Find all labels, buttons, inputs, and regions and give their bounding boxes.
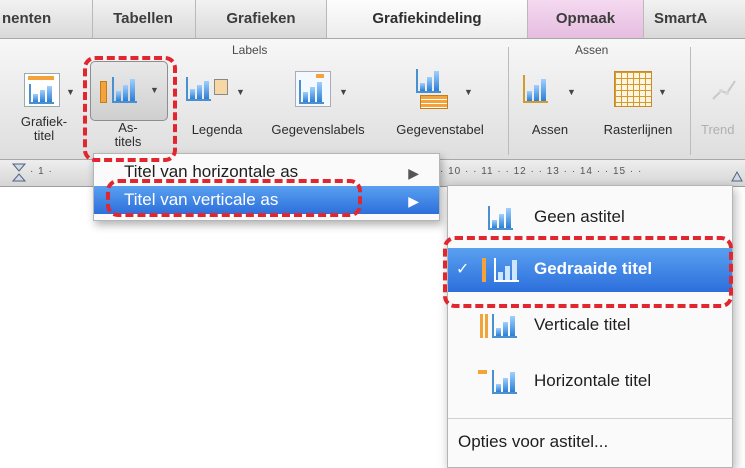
trendline-button[interactable]: Trend <box>697 69 745 155</box>
menu-item-label: Titel van horizontale as <box>124 162 299 181</box>
group-separator <box>690 47 691 155</box>
legend-button[interactable]: ▼ Legenda <box>172 69 262 155</box>
data-labels-label: Gegevenslabels <box>271 122 365 137</box>
submenu-arrow-icon: ▶ <box>408 165 419 181</box>
chart-title-label: Grafiek- titel <box>20 114 68 143</box>
indent-marker-icon[interactable] <box>11 163 27 182</box>
right-indent-marker-icon[interactable] <box>731 164 743 182</box>
menu-item-label: Verticale titel <box>534 315 631 334</box>
chart-title-button[interactable]: ▼ Grafiek- titel <box>14 69 75 155</box>
data-labels-button[interactable]: ▼ Gegevenslabels <box>259 69 377 155</box>
vertical-title-icon <box>480 310 520 340</box>
dropdown-arrow-icon: ▼ <box>150 85 159 95</box>
tab-tabellen[interactable]: Tabellen <box>91 0 196 38</box>
menu-item-vertical-axis-title[interactable]: Titel van verticale as ▶ <box>94 186 439 214</box>
legend-icon <box>186 75 230 101</box>
group-title-assen: Assen <box>575 43 609 57</box>
axis-titles-menu: Titel van horizontale as ▶ Titel van ver… <box>93 153 440 221</box>
no-title-icon <box>484 204 516 232</box>
rotated-title-icon <box>482 256 522 286</box>
ruler-marks: · 1 · <box>30 166 53 177</box>
group-separator <box>508 47 509 155</box>
menu-item-no-axis-title[interactable]: Geen astitel <box>448 198 732 238</box>
menu-item-horizontal-title[interactable]: Horizontale titel <box>448 362 732 402</box>
ribbon: Labels Assen ▼ Grafiek- titel ▼ As- tite… <box>0 39 745 160</box>
tab-smartart[interactable]: SmartA <box>644 0 745 38</box>
tab-opmaak[interactable]: Opmaak <box>528 0 644 38</box>
data-table-button[interactable]: ▼ Gegevenstabel <box>378 69 502 155</box>
menu-item-horizontal-axis-title[interactable]: Titel van horizontale as ▶ <box>94 158 439 186</box>
axis-titles-icon <box>100 75 144 105</box>
menu-item-label: Opties voor astitel... <box>458 432 609 451</box>
gridlines-label: Rasterlijnen <box>603 122 673 137</box>
menu-item-rotated-title[interactable]: ✓ Gedraaide titel <box>448 248 732 292</box>
horizontal-title-icon <box>478 366 520 396</box>
dropdown-arrow-icon: ▼ <box>66 87 75 97</box>
gridlines-icon <box>614 71 652 107</box>
checkmark-icon: ✓ <box>456 261 470 278</box>
tab-elementen[interactable]: nenten <box>0 0 93 38</box>
submenu-arrow-icon: ▶ <box>408 193 419 209</box>
menu-item-label: Titel van verticale as <box>124 190 279 209</box>
ribbon-tab-bar: nenten Tabellen Grafieken Grafiekindelin… <box>0 0 745 39</box>
menu-item-axis-title-options[interactable]: Opties voor astitel... <box>448 426 732 460</box>
group-title-labels: Labels <box>232 43 268 57</box>
dropdown-arrow-icon: ▼ <box>658 87 667 97</box>
ruler-marks: · 10 · · 11 · · 12 · · 13 · · 14 · · 15 … <box>440 166 643 177</box>
menu-separator <box>448 418 732 419</box>
data-labels-icon <box>295 71 331 107</box>
trendline-label: Trend <box>701 122 735 137</box>
axes-label: Assen <box>531 122 569 137</box>
menu-item-vertical-title[interactable]: Verticale titel <box>448 306 732 346</box>
vertical-axis-title-submenu: Geen astitel ✓ Gedraaide titel Verticale… <box>447 185 733 468</box>
dropdown-arrow-icon: ▼ <box>567 87 576 97</box>
menu-item-label: Horizontale titel <box>534 371 652 390</box>
menu-item-label: Gedraaide titel <box>534 259 653 278</box>
axes-icon <box>523 73 557 103</box>
axis-titles-label: As- titels <box>114 120 142 149</box>
trendline-icon <box>711 77 737 103</box>
axis-titles-button[interactable]: ▼ As- titels <box>90 61 166 157</box>
data-table-icon <box>414 69 450 109</box>
tab-grafieken[interactable]: Grafieken <box>196 0 327 38</box>
dropdown-arrow-icon: ▼ <box>339 87 348 97</box>
gridlines-button[interactable]: ▼ Rasterlijnen <box>588 69 688 155</box>
tab-grafiekindeling[interactable]: Grafiekindeling <box>327 0 528 38</box>
menu-item-label: Geen astitel <box>534 207 625 226</box>
dropdown-arrow-icon: ▼ <box>464 87 473 97</box>
data-table-label: Gegevenstabel <box>396 122 484 137</box>
chart-title-icon <box>24 73 60 107</box>
dropdown-arrow-icon: ▼ <box>236 87 245 97</box>
axes-button[interactable]: ▼ Assen <box>515 69 585 155</box>
legend-label: Legenda <box>191 122 243 137</box>
